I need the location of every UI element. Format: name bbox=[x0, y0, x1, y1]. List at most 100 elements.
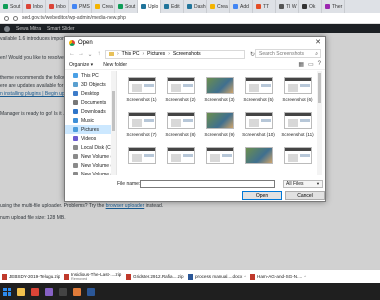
nav-item[interactable]: Local Disk (C:) bbox=[65, 143, 116, 152]
file-item[interactable] bbox=[281, 145, 314, 175]
breadcrumb-item[interactable]: This PC bbox=[122, 51, 140, 57]
tab-label: Crea bbox=[217, 3, 228, 10]
file-item[interactable]: Screenshot (2) bbox=[164, 75, 197, 108]
nav-scrollbar[interactable] bbox=[111, 71, 116, 175]
browser-tab[interactable]: Dash bbox=[184, 0, 207, 13]
forward-icon[interactable] bbox=[13, 15, 18, 21]
thumbnail-image bbox=[284, 147, 312, 164]
browser-tab[interactable]: Crea bbox=[207, 0, 230, 13]
tab-label: Sout bbox=[10, 3, 21, 10]
cancel-button[interactable]: Cancel bbox=[285, 191, 325, 200]
favicon-icon bbox=[141, 4, 146, 9]
favicon-icon bbox=[3, 4, 8, 9]
chrome-icon[interactable] bbox=[31, 287, 39, 296]
browser-tab[interactable]: Ther bbox=[322, 0, 345, 13]
nav-item[interactable]: Desktop bbox=[65, 89, 116, 98]
browser-tab[interactable]: Uplo bbox=[138, 0, 161, 13]
browser-tab[interactable]: Edit bbox=[161, 0, 184, 13]
breadcrumb-item[interactable]: Screenshots bbox=[173, 51, 201, 57]
browser-tab[interactable]: Crea bbox=[92, 0, 115, 13]
file-item[interactable]: Screenshot (8) bbox=[164, 110, 197, 143]
file-name: Screenshot (7) bbox=[126, 132, 157, 137]
chevron-down-icon[interactable]: ⌄ bbox=[87, 51, 93, 58]
nav-item[interactable]: Videos bbox=[65, 134, 116, 143]
view-options-icon[interactable]: ▦ bbox=[298, 61, 304, 68]
file-item[interactable]: Screenshot (9) bbox=[203, 110, 236, 143]
file-name-input[interactable] bbox=[140, 179, 275, 188]
nav-item[interactable]: Pictures bbox=[65, 125, 116, 134]
download-item[interactable]: Ham-AG-and-SG-N.... ^ bbox=[250, 273, 308, 280]
close-icon[interactable]: ✕ bbox=[315, 38, 321, 46]
back-arrow-icon[interactable]: ← bbox=[69, 51, 75, 57]
browser-tab[interactable]: TI W bbox=[276, 0, 299, 13]
file-item[interactable]: Screenshot (5) bbox=[242, 75, 275, 108]
search-input[interactable]: Search Screenshots ⌕ bbox=[255, 49, 321, 58]
favicon-icon bbox=[302, 4, 307, 9]
favicon-icon bbox=[49, 4, 54, 9]
download-item[interactable]: JEBSDY-2019-Telugu.zip^ bbox=[2, 273, 60, 280]
nav-item[interactable]: New Volume (D bbox=[65, 152, 116, 161]
nav-item[interactable]: Downloads bbox=[65, 107, 116, 116]
nav-item[interactable]: New Volume (E bbox=[65, 161, 116, 170]
nav-item[interactable]: Documents bbox=[65, 98, 116, 107]
paint-icon[interactable] bbox=[73, 287, 81, 296]
tab-label: PMS bbox=[79, 3, 90, 10]
browser-tab[interactable]: Sout bbox=[115, 0, 138, 13]
download-item[interactable]: process manual....docx ^ bbox=[188, 273, 246, 280]
file-item[interactable] bbox=[164, 145, 197, 175]
browser-tab[interactable]: TT bbox=[253, 0, 276, 13]
download-name: Ham-AG-and-SG-N.... bbox=[257, 274, 303, 279]
windows-start-icon[interactable] bbox=[3, 287, 11, 296]
file-item[interactable]: Screenshot (6) bbox=[281, 75, 314, 108]
file-item[interactable]: Screenshot (7) bbox=[125, 110, 158, 143]
nav-item[interactable]: This PC bbox=[65, 71, 116, 80]
back-icon[interactable] bbox=[4, 15, 9, 21]
new-folder-button[interactable]: New folder bbox=[103, 62, 127, 68]
download-name: JEBSDY-2019-Telugu.zip bbox=[9, 274, 60, 279]
file-item[interactable]: Screenshot (11) bbox=[281, 110, 314, 143]
file-item[interactable] bbox=[242, 145, 275, 175]
browser-tab-strip: Sout Inbo Inbo PMS Crea Sout Uplo Edit Dash Crea A… bbox=[0, 0, 380, 13]
thumbnail-image bbox=[167, 112, 195, 129]
file-type-select[interactable]: All Files ▼ bbox=[283, 179, 323, 188]
breadcrumb-item[interactable]: Pictures bbox=[147, 51, 165, 57]
document-icon bbox=[73, 100, 78, 105]
open-button[interactable]: Open bbox=[242, 191, 282, 200]
file-item[interactable]: Screenshot (10) bbox=[242, 110, 275, 143]
chevron-up-icon[interactable]: ^ bbox=[304, 274, 306, 279]
file-list-scrollbar[interactable] bbox=[317, 71, 322, 175]
file-explorer-icon[interactable] bbox=[17, 287, 25, 296]
help-icon[interactable]: ? bbox=[318, 61, 321, 68]
file-item[interactable]: Screenshot (3) bbox=[203, 75, 236, 108]
up-arrow-icon[interactable]: ↑ bbox=[96, 51, 102, 57]
browser-tab[interactable]: Add bbox=[230, 0, 253, 13]
chevron-up-icon[interactable]: ^ bbox=[244, 274, 246, 279]
browser-tab[interactable]: Sout bbox=[0, 0, 23, 13]
browser-tab[interactable]: Ok bbox=[299, 0, 322, 13]
file-item[interactable] bbox=[125, 145, 158, 175]
tab-label: Uplo bbox=[148, 3, 159, 10]
preview-pane-icon[interactable]: ▭ bbox=[308, 61, 314, 68]
download-item[interactable]: Gridster.2912.Rafia....zip^ bbox=[126, 273, 184, 280]
video-icon bbox=[73, 136, 78, 141]
search-icon: ⌕ bbox=[315, 50, 318, 57]
browser-tab[interactable]: Inbo bbox=[46, 0, 69, 13]
browser-tab[interactable]: Inbo bbox=[23, 0, 46, 13]
disk-icon bbox=[73, 154, 78, 159]
url-field[interactable]: sed.gov.tv/webeditor/wp-admin/media-new.… bbox=[22, 15, 126, 21]
file-item[interactable]: Screenshot (1) bbox=[125, 75, 158, 108]
forward-arrow-icon[interactable]: → bbox=[78, 51, 84, 57]
visual-studio-icon[interactable] bbox=[45, 287, 53, 296]
browser-tab[interactable]: PMS bbox=[69, 0, 92, 13]
nav-item[interactable]: Music bbox=[65, 116, 116, 125]
file-item[interactable] bbox=[203, 145, 236, 175]
word-icon[interactable] bbox=[87, 287, 95, 296]
download-item[interactable]: Insidious-The-Last-....zipRemoved^ bbox=[64, 272, 122, 281]
nav-item[interactable]: New Volume (F bbox=[65, 170, 116, 175]
organize-button[interactable]: Organize ▾ bbox=[69, 62, 93, 68]
terminal-icon[interactable] bbox=[59, 287, 67, 296]
nav-item[interactable]: 3D Objects bbox=[65, 80, 116, 89]
breadcrumb[interactable]: › This PC › Pictures › Screenshots bbox=[105, 49, 245, 59]
cube-icon bbox=[73, 82, 78, 87]
tab-label: TI W bbox=[286, 3, 297, 10]
